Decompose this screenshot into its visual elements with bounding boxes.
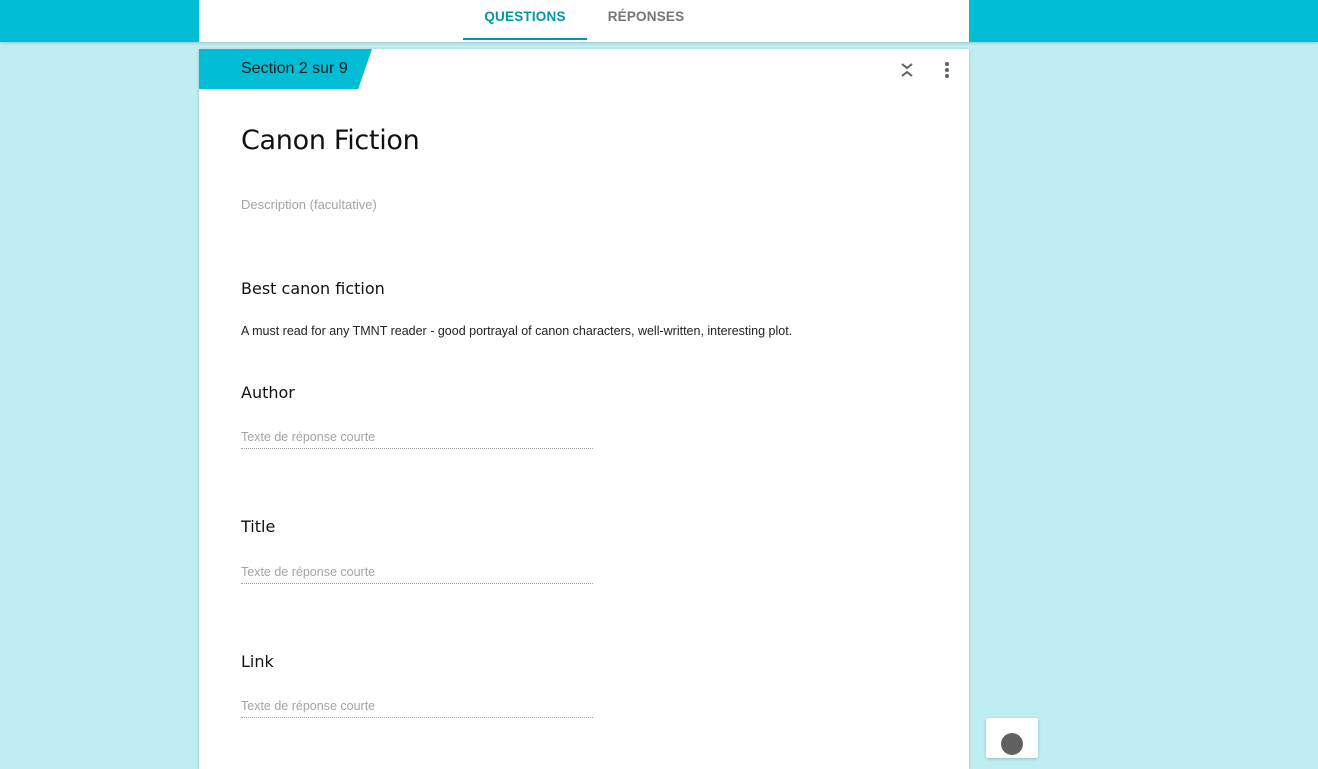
author-answer-field[interactable]: Texte de réponse courte xyxy=(241,428,593,449)
tab-questions[interactable]: QUESTIONS xyxy=(463,0,587,42)
collapse-icon[interactable] xyxy=(895,58,919,82)
question-title-title[interactable]: Title xyxy=(241,517,275,536)
question-description[interactable]: A must read for any TMNT reader - good p… xyxy=(241,324,792,338)
add-circle-icon[interactable] xyxy=(1001,733,1023,755)
section-title[interactable]: Canon Fiction xyxy=(241,125,420,156)
link-answer-field[interactable]: Texte de réponse courte xyxy=(241,697,593,718)
floating-toolbar xyxy=(986,718,1038,758)
tab-strip: QUESTIONS RÉPONSES xyxy=(199,0,969,42)
tab-responses[interactable]: RÉPONSES xyxy=(589,0,703,42)
question-title-link[interactable]: Link xyxy=(241,652,274,671)
question-title-author[interactable]: Author xyxy=(241,383,295,402)
section-card: Section 2 sur 9 Canon Fiction Descriptio… xyxy=(199,49,969,769)
answer-placeholder: Texte de réponse courte xyxy=(241,430,376,444)
section-badge-label: Section 2 sur 9 xyxy=(241,60,348,77)
question-title-best-canon-fiction[interactable]: Best canon fiction xyxy=(241,279,385,298)
title-answer-field[interactable]: Texte de réponse courte xyxy=(241,563,593,584)
answer-placeholder: Texte de réponse courte xyxy=(241,699,376,713)
answer-placeholder: Texte de réponse courte xyxy=(241,565,376,579)
section-description-field[interactable]: Description (facultative) xyxy=(241,197,377,212)
active-tab-indicator xyxy=(463,38,587,40)
more-vert-icon[interactable] xyxy=(935,58,959,82)
